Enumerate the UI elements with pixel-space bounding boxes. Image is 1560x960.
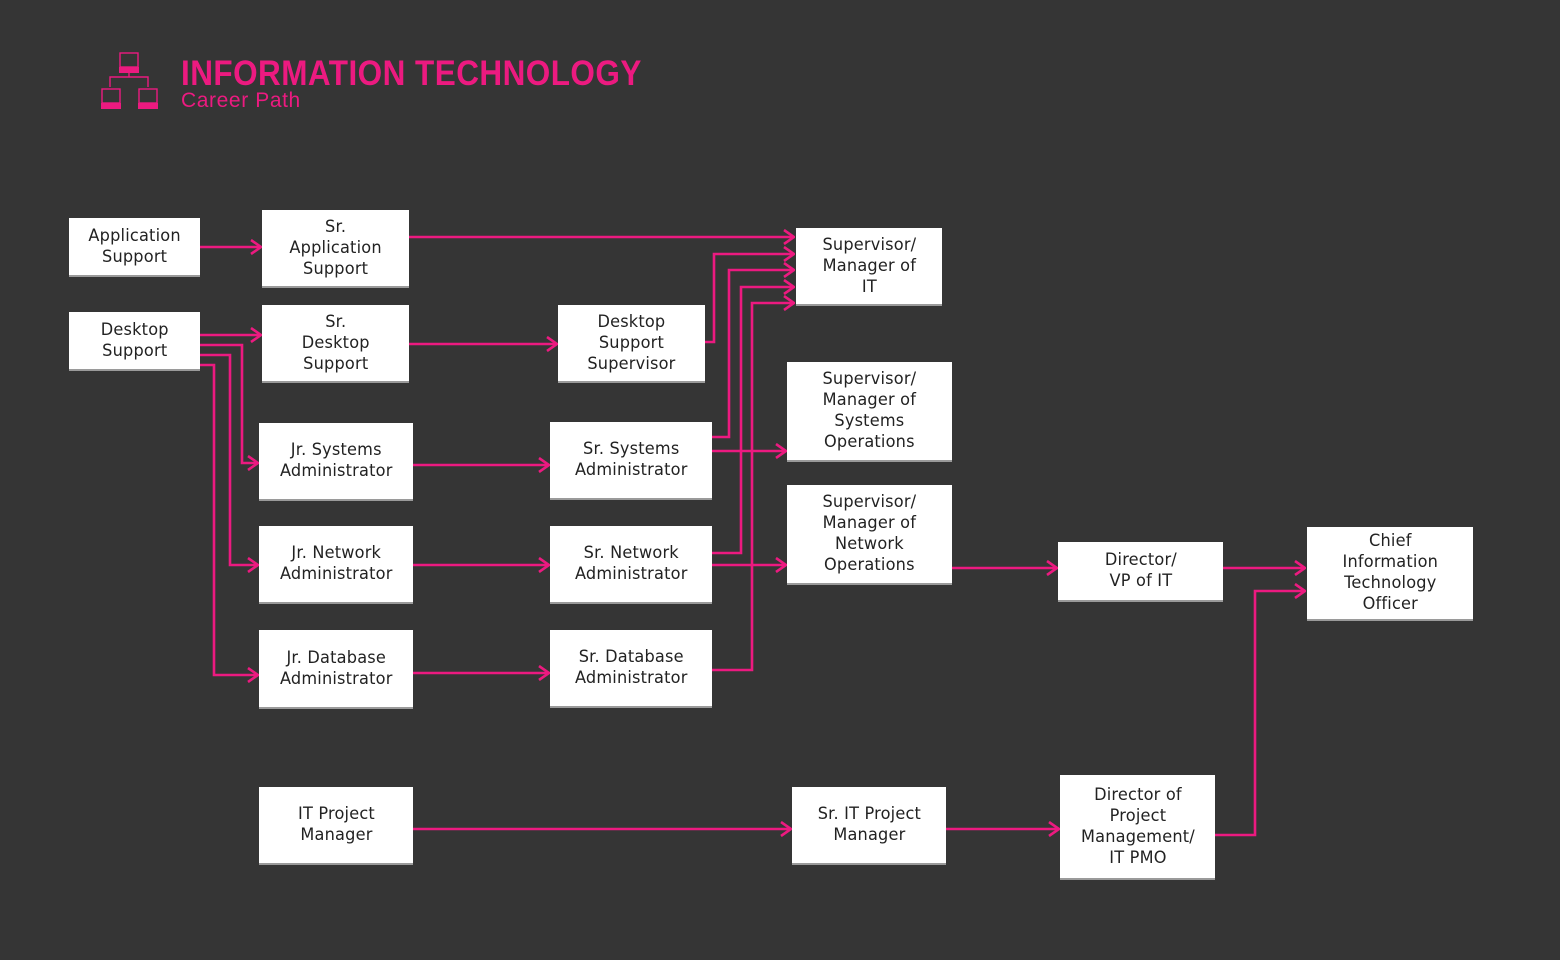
node-label: Sr. Systems Administrator xyxy=(574,439,688,480)
node-label: Director/ VP of IT xyxy=(1104,550,1177,591)
node-supervisor-manager-it: Supervisor/ Manager of IT xyxy=(796,228,942,306)
node-it-project-manager: IT Project Manager xyxy=(259,787,413,865)
node-label: Jr. Systems Administrator xyxy=(279,440,393,481)
node-label: Sr. Desktop Support xyxy=(301,311,370,374)
node-label: Sr. Database Administrator xyxy=(574,647,688,688)
node-supervisor-manager-network-operations: Supervisor/ Manager of Network Operation… xyxy=(787,485,952,585)
node-jr-systems-administrator: Jr. Systems Administrator xyxy=(259,423,413,501)
node-label: Supervisor/ Manager of Network Operation… xyxy=(822,492,917,575)
node-sr-desktop-support: Sr. Desktop Support xyxy=(262,305,409,383)
node-director-project-management: Director of Project Management/ IT PMO xyxy=(1060,775,1215,880)
node-label: Chief Information Technology Officer xyxy=(1342,531,1438,614)
edge-pmo-to-cito xyxy=(1214,591,1305,837)
node-label: Jr. Database Administrator xyxy=(279,647,393,689)
node-label: Application Support xyxy=(88,225,181,267)
node-label: Sr. Application Support xyxy=(289,216,382,279)
node-label: Sr. Network Administrator xyxy=(574,543,688,584)
node-sr-network-administrator: Sr. Network Administrator xyxy=(550,526,712,604)
node-label: Desktop Support xyxy=(100,319,169,361)
node-jr-network-administrator: Jr. Network Administrator xyxy=(259,526,413,604)
node-desktop-support-supervisor: Desktop Support Supervisor xyxy=(558,305,705,383)
node-label: IT Project Manager xyxy=(297,804,375,845)
node-supervisor-manager-systems-operations: Supervisor/ Manager of Systems Operation… xyxy=(787,362,952,462)
node-label: Jr. Network Administrator xyxy=(279,543,393,584)
node-sr-database-administrator: Sr. Database Administrator xyxy=(550,630,712,708)
node-label: Director of Project Management/ IT PMO xyxy=(1080,784,1195,868)
edge-sr-db-to-sup-it xyxy=(712,303,794,672)
node-director-vp-it: Director/ VP of IT xyxy=(1058,542,1223,602)
edge-desk-sup-to-sup-it xyxy=(705,254,794,344)
connector-layer xyxy=(200,0,1560,960)
node-label: Desktop Support Supervisor xyxy=(587,311,676,374)
edge-desktop-to-jr-network xyxy=(200,353,258,565)
node-label: Sr. IT Project Manager xyxy=(817,804,921,845)
node-sr-application-support: Sr. Application Support xyxy=(262,210,409,288)
node-label: Supervisor/ Manager of Systems Operation… xyxy=(822,369,917,452)
node-application-support: Application Support xyxy=(69,218,200,277)
node-label: Supervisor/ Manager of IT xyxy=(822,234,916,297)
node-jr-database-administrator: Jr. Database Administrator xyxy=(259,630,413,709)
node-chief-information-technology-officer: Chief Information Technology Officer xyxy=(1307,527,1473,621)
node-sr-it-project-manager: Sr. IT Project Manager xyxy=(792,787,946,865)
node-sr-systems-administrator: Sr. Systems Administrator xyxy=(550,422,712,500)
node-desktop-support: Desktop Support xyxy=(69,312,200,371)
